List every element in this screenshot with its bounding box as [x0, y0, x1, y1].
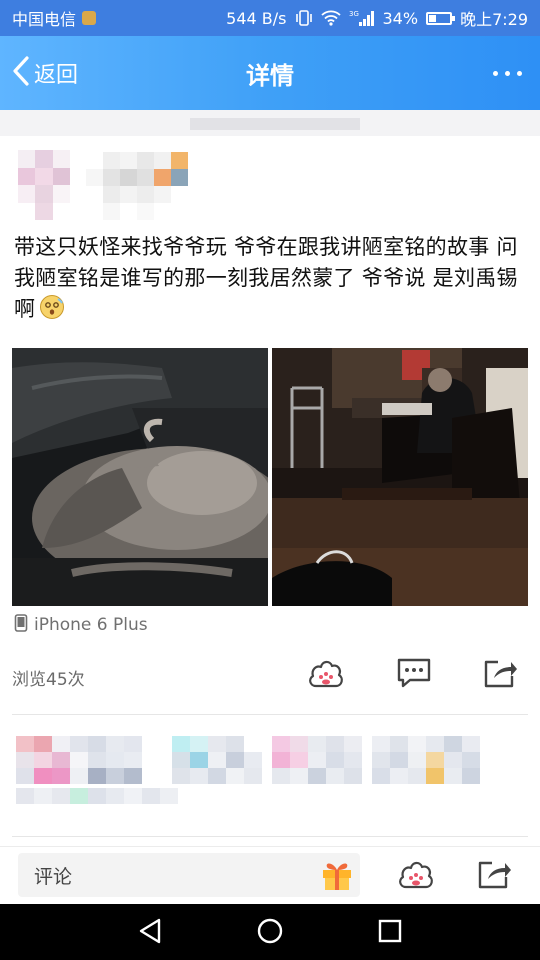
comment-input[interactable]: 评论 — [18, 853, 360, 897]
view-count: 浏览45次 — [12, 670, 85, 690]
author-name[interactable] — [86, 152, 188, 220]
post-text: 带这只妖怪来找爷爷玩 爷爷在跟我讲陋室铭的故事 问我陋室铭是谁写的那一刻我居然蒙… — [14, 232, 532, 325]
battery-percent: 34% — [382, 8, 419, 28]
status-bar: 中国电信 544 B/s 3G 34% 晚上7:29 — [0, 0, 540, 36]
carrier-app-icon — [82, 11, 97, 25]
nav-home-button[interactable] — [250, 916, 290, 950]
net-speed: 544 B/s — [226, 8, 287, 28]
more-dots-icon — [493, 70, 498, 76]
back-label: 返回 — [34, 63, 79, 88]
circle-home-icon — [256, 917, 284, 949]
page-title: 详情 — [246, 62, 294, 90]
share-arrow-icon — [482, 657, 518, 693]
device-label: iPhone 6 Plus — [34, 615, 148, 635]
system-nav-bar — [0, 904, 540, 960]
post-photo-grandpa[interactable] — [272, 348, 528, 606]
nav-back-button[interactable] — [130, 916, 170, 950]
bottom-like-button[interactable] — [396, 857, 436, 895]
more-options-button[interactable] — [493, 58, 522, 88]
dizzy-face-emoji-icon — [39, 294, 65, 320]
post-photo-cat[interactable] — [12, 348, 268, 606]
back-button[interactable]: 返回 — [10, 54, 78, 92]
comment-placeholder: 评论 — [34, 865, 73, 888]
status-right: 544 B/s 3G 34% 晚上7:29 — [226, 6, 528, 30]
wifi-icon — [320, 10, 341, 26]
like-button[interactable] — [306, 656, 346, 694]
battery-icon — [426, 11, 456, 25]
divider-line — [12, 714, 528, 715]
network-type-label: 3G — [349, 10, 359, 18]
screen: 中国电信 544 B/s 3G 34% 晚上7:29 返回 详情 带这只妖怪来找… — [0, 0, 540, 960]
phone-icon — [14, 613, 28, 637]
carrier-label: 中国电信 — [12, 10, 77, 29]
triangle-back-icon — [137, 917, 163, 949]
divider-line — [12, 836, 528, 837]
battery-fill — [429, 14, 437, 22]
post-body: 带这只妖怪来找爷爷玩 爷爷在跟我讲陋室铭的故事 问我陋室铭是谁写的那一刻我居然蒙… — [14, 235, 518, 321]
nav-recents-button[interactable] — [370, 916, 410, 950]
paw-like-icon — [307, 656, 345, 694]
paw-like-icon — [397, 857, 435, 895]
comment-button[interactable] — [394, 656, 434, 694]
blurred-content — [190, 118, 360, 130]
device-info: iPhone 6 Plus — [14, 612, 148, 638]
vibrate-icon — [295, 10, 313, 26]
square-recents-icon — [377, 918, 403, 948]
more-dots-icon — [517, 70, 522, 76]
section-divider — [0, 110, 540, 136]
comment-bubble-icon — [396, 657, 432, 693]
bottom-share-button[interactable] — [474, 857, 514, 895]
share-button[interactable] — [480, 656, 520, 694]
title-bar: 返回 详情 — [0, 36, 540, 110]
status-left: 中国电信 — [12, 6, 97, 30]
avatar[interactable] — [18, 150, 70, 220]
signal-icon: 3G — [349, 9, 375, 27]
comment-bar: 评论 — [0, 846, 540, 904]
chevron-left-icon — [10, 55, 32, 91]
share-arrow-icon — [476, 858, 512, 894]
gift-icon[interactable] — [320, 859, 354, 891]
more-dots-icon — [505, 70, 510, 76]
clock: 晚上7:29 — [460, 10, 528, 29]
liker-list[interactable] — [16, 732, 516, 820]
